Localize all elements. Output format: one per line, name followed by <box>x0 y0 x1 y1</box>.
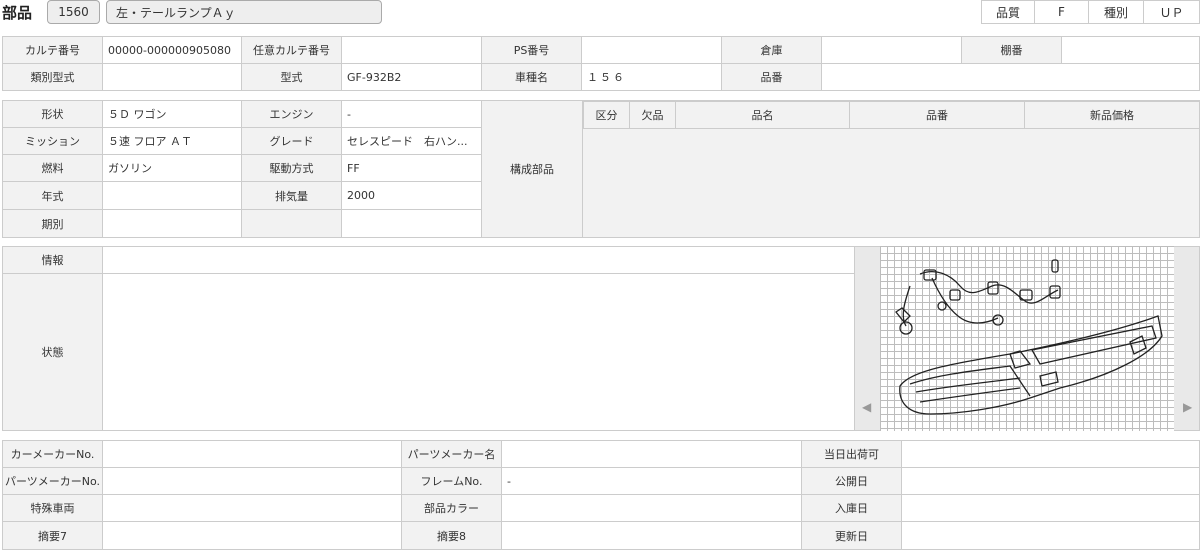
page-title: 部品 <box>2 4 33 22</box>
ps-value <box>581 36 722 64</box>
frame-no-value: - <box>501 467 802 495</box>
part-color-value <box>501 494 802 522</box>
components-header-number: 品番 <box>849 101 1025 129</box>
part-number-label: 品番 <box>721 63 822 91</box>
shelf-label: 棚番 <box>961 36 1062 64</box>
part-number-value <box>821 63 1200 91</box>
year-value <box>102 181 242 210</box>
model-label: 型式 <box>241 63 342 91</box>
components-header-category: 区分 <box>583 101 630 129</box>
tail-lamp-drawing <box>895 259 1163 415</box>
parts-maker-no-label: パーツメーカーNo. <box>2 467 103 495</box>
type-value: ＵＰ <box>1143 0 1200 24</box>
parts-maker-no-value <box>102 467 402 495</box>
note7-label: 摘要7 <box>2 521 103 550</box>
publish-date-label: 公開日 <box>801 467 902 495</box>
warehouse-label: 倉庫 <box>721 36 822 64</box>
update-date-label: 更新日 <box>801 521 902 550</box>
arrival-date-label: 入庫日 <box>801 494 902 522</box>
quality-label: 品質 <box>981 0 1035 24</box>
karte-no-value: 00000-000000905080 <box>102 36 242 64</box>
model-value: GF-932B2 <box>341 63 482 91</box>
frame-no-label: フレームNo. <box>401 467 502 495</box>
part-number-badge: 1560 <box>47 0 100 24</box>
type-label: 種別 <box>1088 0 1144 24</box>
any-karte-value <box>341 36 482 64</box>
condition-label: 状態 <box>2 273 103 431</box>
arrival-date-value <box>901 494 1200 522</box>
publish-date-value <box>901 467 1200 495</box>
same-day-shipping-value <box>901 440 1200 468</box>
drive-label: 駆動方式 <box>241 154 342 182</box>
drive-value: FF <box>341 154 482 182</box>
ps-label: PS番号 <box>481 36 582 64</box>
update-date-value <box>901 521 1200 550</box>
grade-value: セレスピード 右ハン... <box>341 127 482 155</box>
image-next-button[interactable]: ▶ <box>1183 400 1192 414</box>
part-color-label: 部品カラー <box>401 494 502 522</box>
quality-value: F <box>1034 0 1089 24</box>
engine-value: - <box>341 100 482 128</box>
warehouse-value <box>821 36 962 64</box>
displacement-label: 排気量 <box>241 181 342 210</box>
period-value <box>102 209 242 238</box>
car-maker-no-value <box>102 440 402 468</box>
same-day-shipping-label: 当日出荷可 <box>801 440 902 468</box>
condition-value <box>102 273 855 431</box>
car-name-value: １５６ <box>581 63 722 91</box>
special-vehicle-value <box>102 494 402 522</box>
components-header-missing: 欠品 <box>629 101 676 129</box>
fuel-value: ガソリン <box>102 154 242 182</box>
image-prev-button[interactable]: ◀ <box>862 400 871 414</box>
fuel-label: 燃料 <box>2 154 103 182</box>
empty-label-cell <box>241 209 342 238</box>
parts-maker-name-value <box>501 440 802 468</box>
note8-label: 摘要8 <box>401 521 502 550</box>
part-name-badge: 左・テールランプＡｙ <box>106 0 382 24</box>
year-label: 年式 <box>2 181 103 210</box>
shape-label: 形状 <box>2 100 103 128</box>
parts-maker-name-label: パーツメーカー名 <box>401 440 502 468</box>
part-image <box>880 246 1174 431</box>
shape-value: ５Ｄ ワゴン <box>102 100 242 128</box>
car-name-label: 車種名 <box>481 63 582 91</box>
class-model-value <box>102 63 242 91</box>
car-maker-no-label: カーメーカーNo. <box>2 440 103 468</box>
engine-label: エンジン <box>241 100 342 128</box>
components-label: 構成部品 <box>481 100 583 238</box>
class-model-label: 類別型式 <box>2 63 103 91</box>
info-value <box>102 246 855 274</box>
info-label: 情報 <box>2 246 103 274</box>
components-header-name: 品名 <box>675 101 850 129</box>
displacement-value: 2000 <box>341 181 482 210</box>
any-karte-label: 任意カルテ番号 <box>241 36 342 64</box>
note7-value <box>102 521 402 550</box>
components-header-price: 新品価格 <box>1024 101 1200 129</box>
note8-value <box>501 521 802 550</box>
grade-label: グレード <box>241 127 342 155</box>
mission-value: ５速 フロア ＡＴ <box>102 127 242 155</box>
period-label: 期別 <box>2 209 103 238</box>
karte-no-label: カルテ番号 <box>2 36 103 64</box>
mission-label: ミッション <box>2 127 103 155</box>
empty-value-cell <box>341 209 482 238</box>
special-vehicle-label: 特殊車両 <box>2 494 103 522</box>
shelf-value <box>1061 36 1200 64</box>
